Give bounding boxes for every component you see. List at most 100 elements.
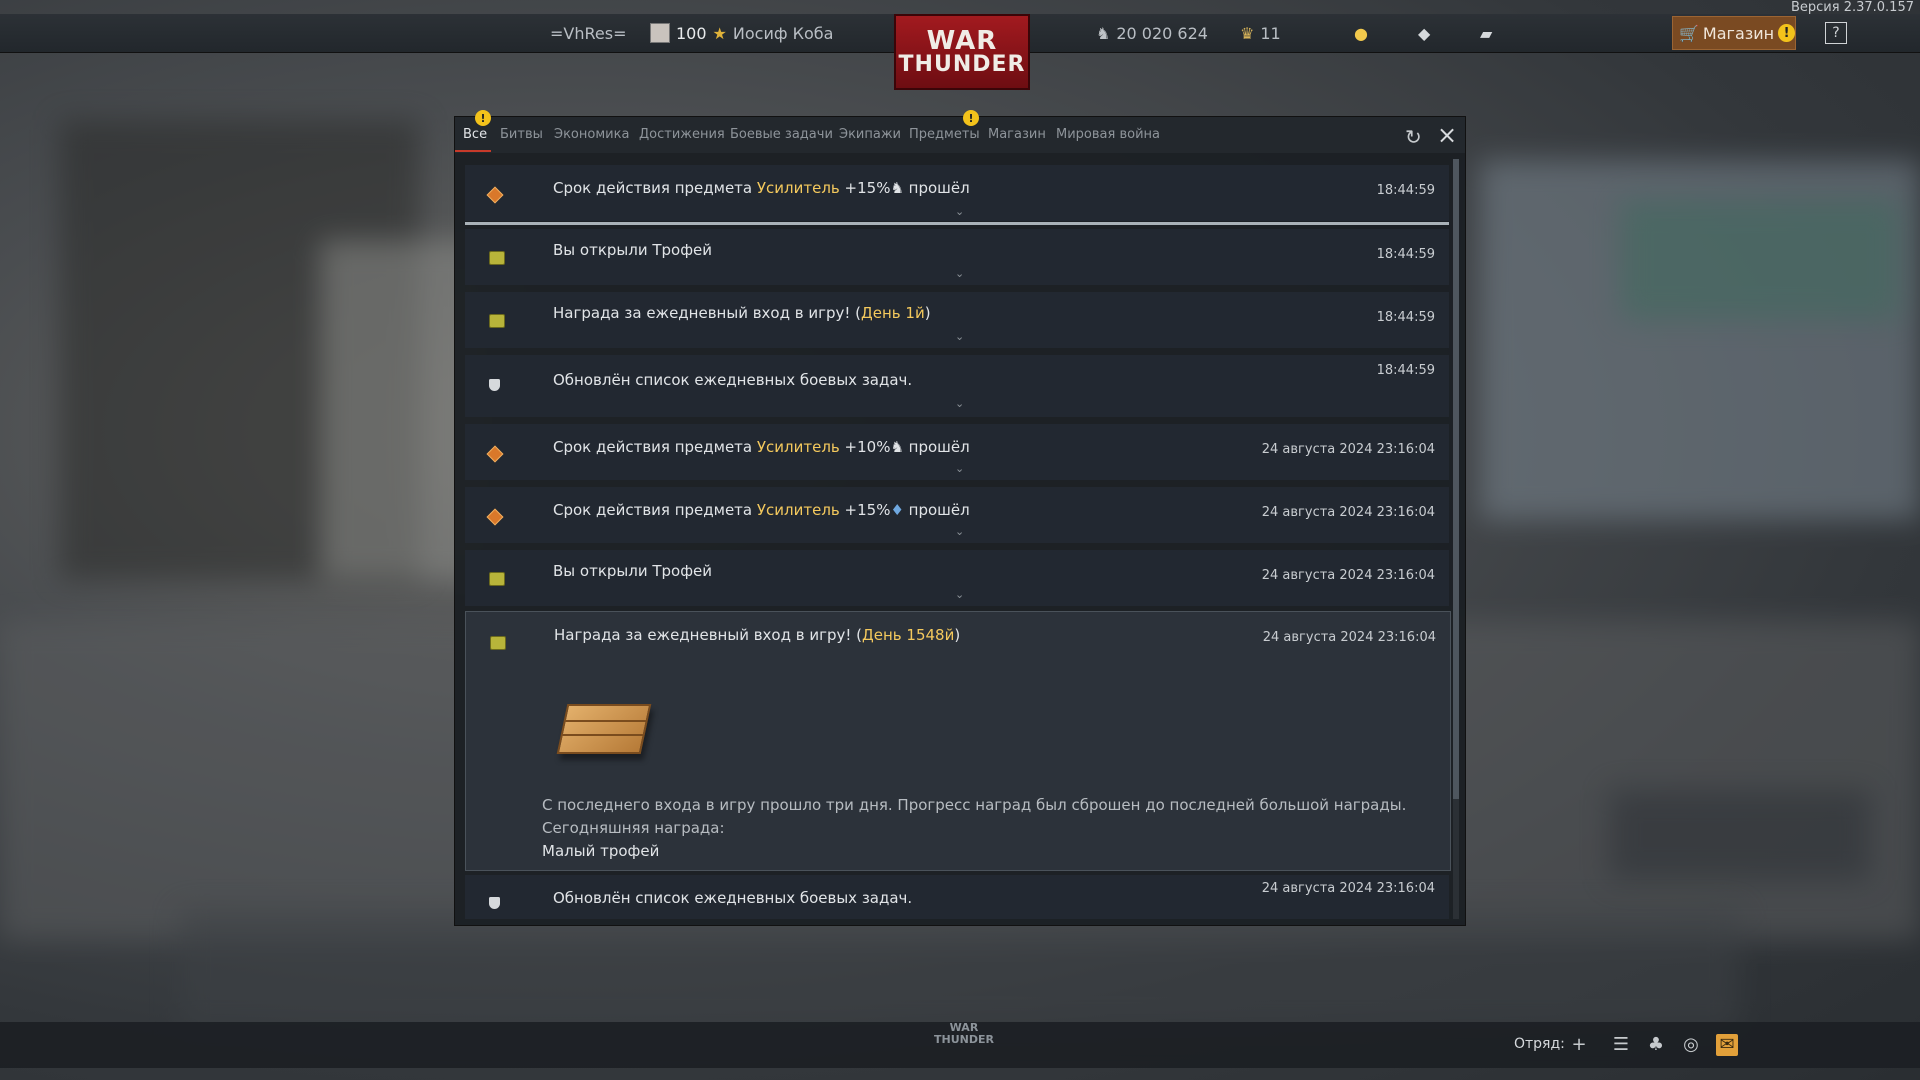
war-thunder-logo: WAR THUNDER	[894, 14, 1030, 90]
bottom-bar: WAR THUNDER Отряд: + ☰ ♣ ◎ ✉	[0, 1022, 1920, 1068]
tab-shop[interactable]: Магазин	[988, 127, 1046, 142]
list-item[interactable]: Срок действия предмета Усилитель +15%♦ п…	[465, 487, 1449, 543]
tab-bar: Все ! Битвы Экономика Достижения Боевые …	[455, 110, 1465, 153]
war-thunder-small-logo: WAR THUNDER	[934, 1021, 994, 1046]
message-time: 24 августа 2024 23:16:04	[1261, 881, 1435, 896]
list-item[interactable]: Срок действия предмета Усилитель +10%♞ п…	[465, 424, 1449, 480]
shield-icon	[489, 897, 500, 909]
message-time: 24 августа 2024 23:16:04	[1261, 568, 1435, 583]
help-button[interactable]: ?	[1825, 22, 1847, 44]
tab-battles[interactable]: Битвы	[500, 127, 543, 142]
message-text: Срок действия предмета Усилитель +10%♞ п…	[553, 438, 970, 456]
list-icon[interactable]: ☰	[1610, 1034, 1632, 1056]
message-time: 24 августа 2024 23:16:04	[1261, 442, 1435, 457]
list-item[interactable]: Награда за ежедневный вход в игру! (День…	[465, 292, 1449, 348]
tab-world-war[interactable]: Мировая война	[1056, 127, 1160, 142]
top-bar: =VhRes= 100 ★ Иосиф Коба WAR THUNDER ♞ 2…	[0, 14, 1920, 90]
chevron-down-icon[interactable]: ⌄	[955, 205, 964, 218]
lightbulb-icon[interactable]: ●	[1354, 14, 1368, 52]
tab-achievements[interactable]: Достижения	[639, 127, 725, 142]
premium-icon[interactable]: ◆	[1418, 14, 1430, 52]
lion-icon: ♞	[890, 179, 904, 197]
trophy-chest-icon	[489, 314, 505, 328]
message-detail: С последнего входа в игру прошло три дня…	[542, 796, 1407, 814]
tab-items-warning-icon: !	[963, 110, 979, 126]
lion-icon: ♞	[1096, 23, 1111, 43]
golden-eagles-value: 11	[1260, 23, 1281, 43]
trophy-crate-image	[556, 704, 652, 754]
list-item[interactable]: Обновлён список ежедневных боевых задач.…	[465, 875, 1449, 919]
message-time: 18:44:59	[1376, 247, 1435, 262]
message-time: 18:44:59	[1376, 183, 1435, 198]
golden-eagles[interactable]: ♛ 11	[1240, 14, 1281, 52]
message-detail-label: Сегодняшняя награда:	[542, 819, 725, 837]
mail-icon[interactable]: ✉	[1716, 1034, 1738, 1056]
unread-separator	[465, 222, 1449, 225]
scrollbar[interactable]	[1453, 159, 1459, 919]
chevron-down-icon[interactable]: ⌄	[955, 462, 964, 475]
trophy-chest-icon	[489, 251, 505, 265]
message-text: Обновлён список ежедневных боевых задач.	[553, 371, 913, 389]
list-item[interactable]: Вы открыли Трофей 24 августа 2024 23:16:…	[465, 550, 1449, 606]
star-icon: ★	[712, 23, 727, 43]
trophy-chest-icon	[490, 636, 506, 650]
lion-icon: ♞	[890, 438, 904, 456]
shop-button[interactable]: 🛒 Магазин !	[1672, 16, 1796, 50]
message-text: Вы открыли Трофей	[553, 241, 713, 259]
squadron-tag[interactable]: =VhRes=	[550, 14, 626, 52]
avatar	[650, 23, 670, 43]
cart-icon: 🛒	[1679, 23, 1699, 43]
version-label: Версия 2.37.0.157	[1790, 0, 1914, 15]
message-text: Награда за ежедневный вход в игру! (День…	[554, 626, 961, 644]
message-time: 18:44:59	[1376, 363, 1435, 378]
booster-icon	[486, 186, 504, 204]
contacts-icon[interactable]: ♣	[1645, 1034, 1667, 1056]
chevron-down-icon[interactable]: ⌄	[955, 267, 964, 280]
message-time: 18:44:59	[1376, 310, 1435, 325]
coupon-icon[interactable]: ▰	[1480, 14, 1492, 52]
list-item[interactable]: Срок действия предмета Усилитель +15%♞ п…	[465, 165, 1449, 221]
reward-name: Малый трофей	[542, 842, 660, 860]
message-text: Награда за ежедневный вход в игру! (День…	[553, 304, 931, 322]
close-icon[interactable]: ×	[1437, 121, 1457, 149]
tab-economy[interactable]: Экономика	[554, 127, 629, 142]
shield-icon	[489, 379, 500, 391]
add-squad-member-icon[interactable]: +	[1568, 1034, 1590, 1056]
tab-items[interactable]: Предметы	[909, 127, 980, 142]
chat-icon[interactable]: ◎	[1680, 1034, 1702, 1056]
silver-lions-value: 20 020 624	[1116, 23, 1208, 43]
active-tab-indicator	[455, 150, 491, 152]
message-time: 24 августа 2024 23:16:04	[1262, 630, 1436, 645]
chevron-down-icon[interactable]: ⌄	[955, 397, 964, 410]
booster-icon	[486, 508, 504, 526]
message-text: Срок действия предмета Усилитель +15%♦ п…	[553, 501, 970, 519]
player-name: Иосиф Коба	[732, 23, 834, 43]
list-item-expanded[interactable]: Награда за ежедневный вход в игру! (День…	[465, 611, 1451, 871]
message-text: Срок действия предмета Усилитель +15%♞ п…	[553, 179, 970, 197]
eagle-icon: ♛	[1240, 23, 1255, 43]
list-item[interactable]: Вы открыли Трофей 18:44:59 ⌄	[465, 229, 1449, 285]
player-profile[interactable]: 100 ★ Иосиф Коба	[650, 14, 833, 52]
message-text: Обновлён список ежедневных боевых задач.	[553, 889, 913, 907]
message-text: Вы открыли Трофей	[553, 562, 713, 580]
tab-all-warning-icon: !	[475, 110, 491, 126]
tab-all[interactable]: Все	[463, 127, 487, 142]
squad-label: Отряд:	[1514, 1036, 1565, 1052]
scrollbar-thumb[interactable]	[1453, 159, 1459, 799]
message-time: 24 августа 2024 23:16:04	[1261, 505, 1435, 520]
chevron-down-icon[interactable]: ⌄	[955, 588, 964, 601]
list-item[interactable]: Обновлён список ежедневных боевых задач.…	[465, 355, 1449, 417]
chevron-down-icon[interactable]: ⌄	[955, 330, 964, 343]
booster-icon	[486, 445, 504, 463]
shop-label: Магазин	[1702, 23, 1775, 43]
tab-crews[interactable]: Экипажи	[839, 127, 901, 142]
refresh-icon[interactable]: ↻	[1405, 125, 1422, 149]
player-level: 100	[676, 23, 707, 43]
warning-icon: !	[1778, 24, 1795, 42]
tab-battle-tasks[interactable]: Боевые задачи	[730, 127, 833, 142]
research-icon: ♦	[890, 501, 904, 519]
notifications-panel: Все ! Битвы Экономика Достижения Боевые …	[454, 110, 1466, 926]
trophy-chest-icon	[489, 572, 505, 586]
chevron-down-icon[interactable]: ⌄	[955, 525, 964, 538]
silver-lions[interactable]: ♞ 20 020 624	[1096, 14, 1208, 52]
